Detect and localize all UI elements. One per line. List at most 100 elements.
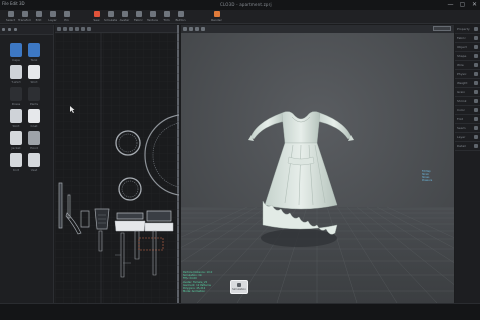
light-icon[interactable] bbox=[201, 27, 205, 31]
property-row[interactable]: Seam bbox=[455, 124, 480, 133]
tool-edit-button[interactable]: Edit bbox=[32, 11, 45, 23]
list-icon[interactable] bbox=[8, 28, 11, 31]
skirt-panel-left[interactable] bbox=[114, 220, 146, 232]
library-item[interactable]: Vest bbox=[24, 153, 44, 175]
grid-icon[interactable] bbox=[14, 28, 17, 31]
garment-thumbnail-icon bbox=[28, 109, 40, 123]
tool-sew-button[interactable]: Sew bbox=[90, 11, 103, 23]
close-button[interactable]: ✕ bbox=[471, 1, 478, 8]
expand-icon[interactable] bbox=[474, 126, 478, 130]
expand-icon[interactable] bbox=[474, 72, 478, 76]
property-row-label: Color bbox=[457, 108, 465, 112]
property-row[interactable]: Shrink bbox=[455, 97, 480, 106]
property-row[interactable]: Fabric bbox=[455, 34, 480, 43]
expand-icon[interactable] bbox=[474, 81, 478, 85]
library-item[interactable]: Hood bbox=[24, 131, 44, 153]
expand-icon[interactable] bbox=[474, 54, 478, 58]
library-item[interactable]: Dress bbox=[6, 87, 26, 109]
simulation-toggle-label: Simulation bbox=[232, 288, 246, 291]
property-row[interactable]: Property bbox=[455, 25, 480, 34]
render-mode-icon[interactable] bbox=[189, 27, 193, 31]
simulate-icon bbox=[107, 11, 114, 17]
library-item[interactable]: Skirt bbox=[6, 109, 26, 131]
waistband-pattern-left[interactable] bbox=[116, 212, 144, 220]
library-item-caption: Coat bbox=[30, 124, 38, 128]
expand-icon[interactable] bbox=[474, 36, 478, 40]
property-row-label: Fabric bbox=[457, 36, 466, 40]
library-item[interactable]: T-shirt bbox=[6, 65, 26, 87]
library-header bbox=[0, 25, 53, 35]
property-row-label: Detail bbox=[457, 144, 466, 148]
tool-fabric-button[interactable]: Fabric bbox=[132, 11, 145, 23]
simulation-toggle[interactable]: Simulation bbox=[230, 280, 248, 294]
tool-select-button[interactable]: Select bbox=[4, 11, 17, 23]
maximize-button[interactable]: ▢ bbox=[459, 1, 466, 8]
pattern-move-icon[interactable] bbox=[63, 26, 67, 31]
edit-icon bbox=[35, 11, 42, 17]
property-row[interactable]: Physic bbox=[455, 70, 480, 79]
tool-trim-button[interactable]: Trim bbox=[160, 11, 173, 23]
pattern-select-icon[interactable] bbox=[57, 26, 61, 31]
tool-layer-button[interactable]: Layer bbox=[46, 11, 59, 23]
property-row[interactable]: Wire bbox=[455, 61, 480, 70]
library-item[interactable]: Shirt bbox=[24, 65, 44, 87]
property-row[interactable]: Color bbox=[455, 106, 480, 115]
property-row-label: Layer bbox=[457, 135, 466, 139]
expand-icon[interactable] bbox=[474, 99, 478, 103]
skirt-panel-right[interactable] bbox=[144, 222, 174, 232]
tool-pin-button[interactable]: Pin bbox=[60, 11, 73, 23]
viewport-3d[interactable]: Fit Map Strain Stress Pressure Particle Dis… bbox=[181, 25, 454, 303]
expand-icon[interactable] bbox=[474, 27, 478, 31]
tool-texture-button[interactable]: Texture bbox=[146, 11, 159, 23]
sleeve-strip-pattern[interactable] bbox=[58, 182, 63, 229]
library-item-caption: Skirt bbox=[12, 124, 20, 128]
tool-button-button[interactable]: Button bbox=[174, 11, 187, 23]
library-item[interactable]: Knit bbox=[6, 153, 26, 175]
minimize-button[interactable]: — bbox=[447, 1, 454, 8]
property-row[interactable]: Detail bbox=[455, 142, 480, 151]
property-row-label: Grain bbox=[457, 90, 466, 94]
folder-icon[interactable] bbox=[2, 28, 5, 31]
expand-icon[interactable] bbox=[474, 144, 478, 148]
viewport-canvas[interactable] bbox=[181, 25, 454, 303]
property-row[interactable]: Layer bbox=[455, 133, 480, 142]
pattern-circle-icon[interactable] bbox=[81, 26, 85, 31]
expand-icon[interactable] bbox=[474, 135, 478, 139]
view-mode-icon[interactable] bbox=[183, 27, 187, 31]
library-item[interactable]: Tank bbox=[24, 43, 44, 65]
pattern-rect-icon[interactable] bbox=[75, 26, 79, 31]
tool-simulate-button[interactable]: Simulate bbox=[104, 11, 117, 23]
library-item[interactable]: Pants bbox=[24, 87, 44, 109]
tool-render-button[interactable]: Render bbox=[210, 11, 223, 23]
tool-label: Trim bbox=[163, 18, 170, 22]
info-line: Mode: Animation bbox=[183, 290, 205, 294]
property-row[interactable]: Object bbox=[455, 43, 480, 52]
library-item[interactable]: Jacket bbox=[6, 131, 26, 153]
pattern-toolbar bbox=[55, 25, 177, 33]
menu-bar[interactable]: File Edit 3D bbox=[2, 1, 25, 6]
expand-icon[interactable] bbox=[474, 117, 478, 121]
tool-avatar-button[interactable]: Avatar bbox=[118, 11, 131, 23]
pattern-window-2d[interactable] bbox=[55, 25, 179, 303]
tool-transform-button[interactable]: Transform bbox=[18, 11, 31, 23]
pattern-canvas[interactable] bbox=[55, 33, 179, 303]
camera-icon[interactable] bbox=[195, 27, 199, 31]
garment-thumbnail-icon bbox=[28, 43, 40, 57]
expand-icon[interactable] bbox=[474, 90, 478, 94]
property-row-label: Seam bbox=[457, 126, 466, 130]
property-row[interactable]: Weight bbox=[455, 79, 480, 88]
view-label-tag[interactable] bbox=[433, 26, 451, 31]
pattern-sew-icon[interactable] bbox=[87, 26, 91, 31]
waistband-pattern-right[interactable] bbox=[146, 210, 172, 222]
library-item[interactable]: Cape bbox=[6, 43, 26, 65]
property-row[interactable]: Fold bbox=[455, 115, 480, 124]
property-row[interactable]: Grain bbox=[455, 88, 480, 97]
property-row[interactable]: Shape bbox=[455, 52, 480, 61]
garment-thumbnail-icon bbox=[28, 153, 40, 167]
expand-icon[interactable] bbox=[474, 108, 478, 112]
pattern-polygon-icon[interactable] bbox=[69, 26, 73, 31]
fabric-icon bbox=[135, 11, 142, 17]
expand-icon[interactable] bbox=[474, 63, 478, 67]
expand-icon[interactable] bbox=[474, 45, 478, 49]
library-item[interactable]: Coat bbox=[24, 109, 44, 131]
